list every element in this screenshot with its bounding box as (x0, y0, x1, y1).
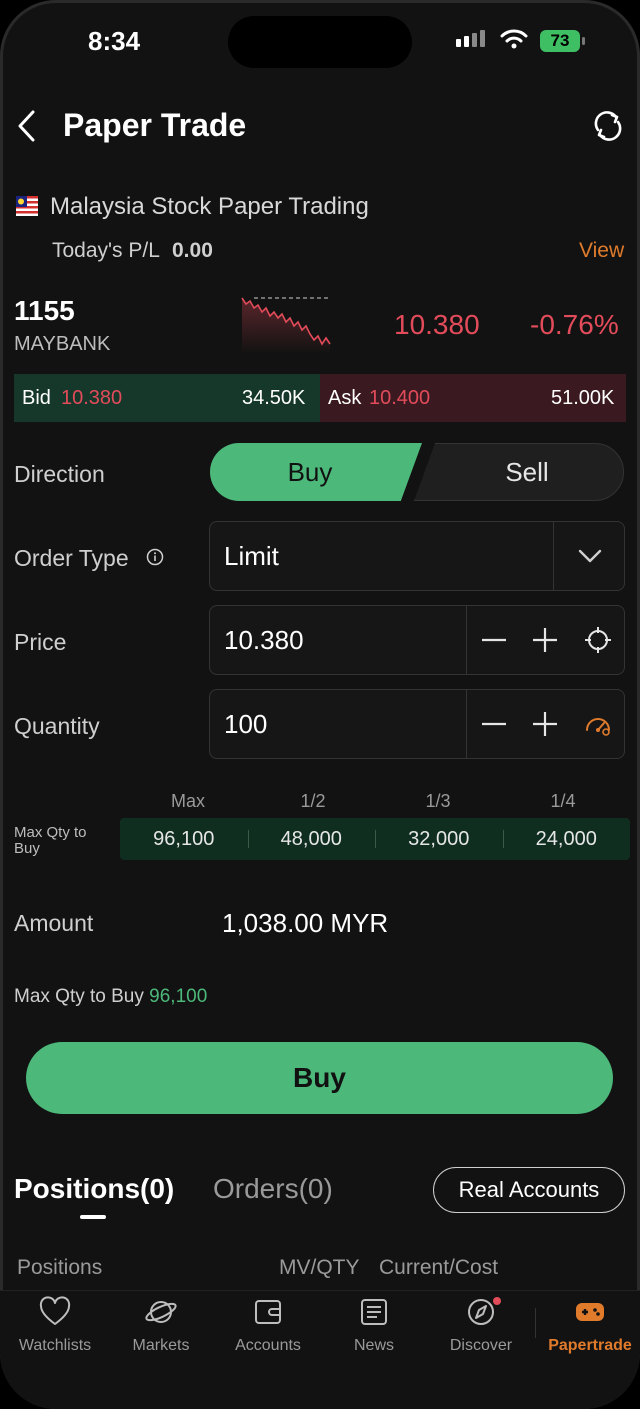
price-label: Price (14, 629, 67, 655)
column-positions: Positions (17, 1256, 103, 1279)
maxqty-selector: 96,100 48,000 32,000 24,000 (120, 818, 630, 860)
nav-news[interactable]: News (324, 1296, 424, 1355)
order-type-value: Limit (224, 541, 279, 571)
pl-label: Today's P/L (52, 239, 160, 262)
maxqty-option-quarter[interactable]: 24,000 (502, 818, 631, 860)
maxqty-header-quarter: 1/4 (550, 791, 576, 811)
stock-change: -0.76% (530, 309, 619, 340)
maxqty-summary: Max Qty to Buy 96,100 (14, 986, 207, 1008)
quantity-field[interactable] (209, 689, 625, 759)
price-minus-icon[interactable] (480, 626, 508, 654)
ask-label: Ask (328, 387, 362, 409)
maxqty-summary-value: 96,100 (149, 986, 208, 1007)
nav-watchlists-label: Watchlists (18, 1337, 92, 1354)
real-accounts-button[interactable]: Real Accounts (433, 1167, 625, 1213)
wallet-icon (255, 1300, 281, 1324)
nav-watchlists[interactable]: Watchlists (5, 1296, 105, 1355)
battery-level: 73 (540, 30, 580, 52)
buy-button[interactable]: Buy (26, 1042, 613, 1114)
bid-label: Bid (22, 387, 51, 409)
planet-icon (145, 1301, 177, 1323)
quantity-divider (466, 690, 467, 758)
refresh-icon[interactable] (590, 108, 626, 144)
view-link[interactable]: View (579, 239, 624, 263)
stock-price: 10.380 (394, 309, 480, 340)
ask-size: 51.00K (551, 387, 615, 409)
news-icon (361, 1299, 387, 1325)
page-title: Paper Trade (63, 107, 247, 143)
direction-buy[interactable]: Buy (210, 443, 422, 501)
ask-price: 10.400 (369, 387, 431, 409)
column-current-cost: Current/Cost (379, 1256, 499, 1279)
quantity-label: Quantity (14, 713, 100, 739)
direction-toggle: Buy Sell (210, 443, 624, 501)
nav-accounts[interactable]: Accounts (218, 1296, 318, 1355)
select-divider (553, 522, 554, 590)
maxqty-option-third[interactable]: 32,000 (375, 818, 503, 860)
nav-papertrade-label: Papertrade (548, 1337, 632, 1354)
maxqty-option-max[interactable]: 96,100 (120, 818, 248, 860)
quantity-input[interactable]: 100 (224, 709, 267, 740)
stock-name: MAYBANK (14, 333, 111, 355)
nav-discover[interactable]: Discover (431, 1296, 531, 1355)
maxqty-header-third: 1/3 (425, 791, 451, 811)
maxqty-side-label: Max Qty to Buy (14, 824, 87, 857)
crosshair-icon[interactable] (584, 626, 612, 654)
nav-accounts-label: Accounts (235, 1337, 301, 1354)
notification-dot (493, 1297, 501, 1305)
wifi-icon (500, 29, 528, 49)
gamepad-icon (576, 1303, 604, 1321)
maxqty-header-half: 1/2 (300, 791, 326, 811)
column-mv-qty: MV/QTY (279, 1256, 360, 1279)
tab-indicator (80, 1215, 106, 1219)
direction-label: Direction (14, 461, 105, 487)
price-input[interactable]: 10.380 (224, 625, 304, 656)
quantity-minus-icon[interactable] (480, 710, 508, 738)
back-arrow-icon[interactable] (14, 108, 40, 144)
malaysia-flag-icon (16, 196, 38, 216)
nav-separator (535, 1308, 536, 1338)
direction-sell[interactable]: Sell (414, 443, 624, 501)
phone-screen: 8:34 73 Paper Trade Malaysia Stock Paper… (0, 0, 640, 1409)
stock-code[interactable]: 1155 (14, 295, 75, 327)
order-type-label: Order Type (14, 545, 129, 571)
signal-icon (456, 30, 485, 47)
bid-size: 34.50K (242, 387, 306, 409)
battery-tip (582, 37, 585, 45)
tab-positions[interactable]: Positions(0) (14, 1173, 174, 1205)
heart-icon (39, 1296, 71, 1325)
bid-price: 10.380 (61, 387, 123, 409)
nav-markets-label: Markets (132, 1337, 190, 1354)
nav-markets[interactable]: Markets (111, 1296, 211, 1355)
amount-value: 1,038.00 MYR (222, 908, 389, 938)
chevron-down-icon[interactable] (577, 545, 603, 567)
price-plus-icon[interactable] (531, 626, 559, 654)
nav-papertrade[interactable]: Papertrade (540, 1296, 640, 1355)
quantity-plus-icon[interactable] (531, 710, 559, 738)
tab-orders[interactable]: Orders(0) (213, 1173, 333, 1205)
price-divider (466, 606, 467, 674)
maxqty-summary-label: Max Qty to Buy (14, 986, 144, 1007)
speedometer-icon[interactable] (584, 711, 612, 737)
maxqty-header-max: Max (170, 791, 205, 811)
intraday-sparkline (241, 297, 331, 354)
maxqty-option-half[interactable]: 48,000 (247, 818, 376, 860)
pl-value: 0.00 (172, 239, 213, 262)
amount-label: Amount (14, 910, 94, 936)
info-icon[interactable] (146, 548, 164, 566)
market-name: Malaysia Stock Paper Trading (50, 193, 369, 220)
nav-news-label: News (353, 1337, 394, 1354)
dynamic-island (228, 16, 412, 68)
nav-discover-label: Discover (449, 1337, 513, 1354)
status-time: 8:34 (88, 26, 141, 56)
